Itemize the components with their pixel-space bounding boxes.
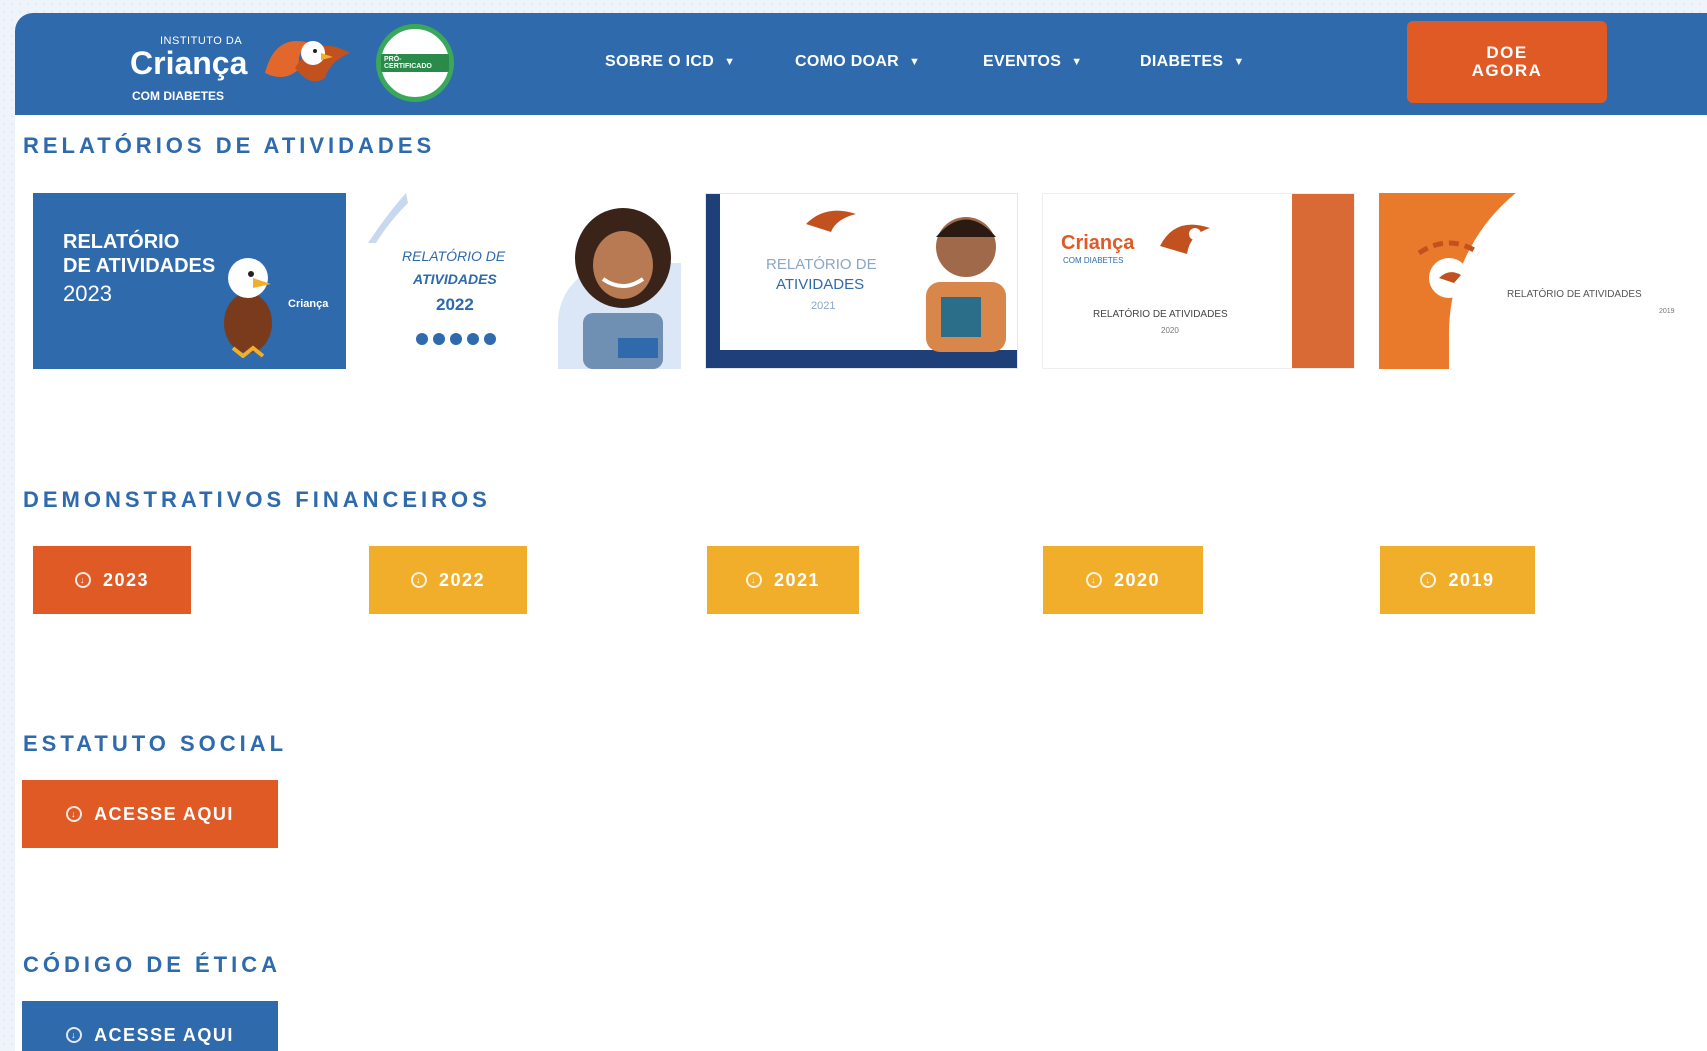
cover-2023-line2: DE ATIVIDADES xyxy=(63,255,216,277)
nav-como-doar-label: COMO DOAR xyxy=(795,53,900,70)
nav-como-doar[interactable]: COMO DOAR ▼ xyxy=(795,53,920,71)
cover-2023-year: 2023 xyxy=(63,281,112,306)
cover-2020-line1: RELATÓRIO DE ATIVIDADES xyxy=(1093,309,1228,320)
eagle-mascot-icon xyxy=(265,41,350,82)
nav-eventos[interactable]: EVENTOS ▼ xyxy=(983,53,1082,71)
social-icons xyxy=(416,333,496,345)
download-circle-icon: ↓ xyxy=(1420,572,1437,588)
financial-2022-label: 2022 xyxy=(438,569,486,590)
page-frame: INSTITUTO DA Criança COM DIABETES PRÓ-CE… xyxy=(15,13,1707,1051)
child-photo-icon xyxy=(575,208,671,369)
cover-2019-year: 2019 xyxy=(1659,308,1675,315)
financial-2021-button[interactable]: ↓ 2021 xyxy=(707,546,859,614)
financial-2022-button[interactable]: ↓ 2022 xyxy=(369,546,527,614)
caret-down-icon: ▼ xyxy=(909,56,921,68)
financial-2023-button[interactable]: ↓ 2023 xyxy=(33,546,191,614)
cover-2023-line1: RELATÓRIO xyxy=(63,231,180,253)
certification-seal: PRÓ-CERTIFICADO xyxy=(376,24,454,102)
cover-2021-year: 2021 xyxy=(811,300,836,312)
section-title-estatuto: ESTATUTO SOCIAL xyxy=(23,731,288,756)
cover-2021-footer xyxy=(706,350,1017,368)
section-title-relatorios: RELATÓRIOS DE ATIVIDADES xyxy=(23,133,436,158)
financial-2020-button[interactable]: ↓ 2020 xyxy=(1043,546,1203,614)
report-cover-2021[interactable]: RELATÓRIO DE ATIVIDADES 2021 xyxy=(705,193,1018,369)
donate-button[interactable]: DOE AGORA xyxy=(1407,21,1607,103)
cover-2023-brand: Criança xyxy=(288,298,329,310)
eagle-logo-icon xyxy=(806,210,856,232)
download-circle-icon: ↓ xyxy=(1085,572,1102,588)
caret-down-icon: ▼ xyxy=(1233,56,1245,68)
cover-2021-line1: RELATÓRIO DE xyxy=(766,256,877,273)
download-circle-icon: ↓ xyxy=(74,572,91,588)
cover-2020-brand: Criança xyxy=(1061,232,1135,254)
nav-diabetes-label: DIABETES xyxy=(1140,53,1224,70)
report-cover-2023[interactable]: RELATÓRIO DE ATIVIDADES 2023 Criança xyxy=(33,193,346,369)
report-cover-2020[interactable]: Criança COM DIABETES RELATÓRIO DE ATIVID… xyxy=(1042,193,1355,369)
download-circle-icon: ↓ xyxy=(410,572,427,588)
eagle-logo-icon xyxy=(1417,240,1481,298)
report-cover-2022[interactable]: RELATÓRIO DE ATIVIDADES 2022 xyxy=(368,193,681,369)
navbar: INSTITUTO DA Criança COM DIABETES PRÓ-CE… xyxy=(15,13,1707,115)
child-photo-icon xyxy=(926,217,1006,352)
financial-2023-label: 2023 xyxy=(102,569,150,590)
seal-text: PRÓ-CERTIFICADO xyxy=(381,54,449,72)
financial-2019-button[interactable]: ↓ 2019 xyxy=(1380,546,1535,614)
caret-down-icon: ▼ xyxy=(724,56,736,68)
nav-sobre-icd-label: SOBRE O ICD xyxy=(605,53,715,70)
cover-2021-edge xyxy=(706,194,720,368)
logo-line3: COM DIABETES xyxy=(132,89,225,103)
site-logo[interactable]: INSTITUTO DA Criança COM DIABETES xyxy=(115,23,375,109)
financial-2019-label: 2019 xyxy=(1448,569,1495,590)
cover-2022-line2: ATIVIDADES xyxy=(413,271,497,287)
codigo-button-label: ACESSE AQUI xyxy=(94,1024,234,1045)
nav-eventos-label: EVENTOS xyxy=(983,53,1062,70)
cover-2020-side-band xyxy=(1292,194,1354,368)
nav-sobre-icd[interactable]: SOBRE O ICD ▼ xyxy=(605,53,735,71)
cover-2022-line1: RELATÓRIO DE xyxy=(402,248,506,264)
logo-line2: Criança xyxy=(130,45,248,81)
cover-2022-year: 2022 xyxy=(436,295,474,314)
financial-2020-label: 2020 xyxy=(1113,569,1161,590)
decor-swoosh-icon xyxy=(368,193,408,243)
section-title-codigo: CÓDIGO DE ÉTICA xyxy=(23,952,282,977)
report-cover-2019[interactable]: RELATÓRIO DE ATIVIDADES 2019 xyxy=(1379,193,1692,369)
cover-2021-line2: ATIVIDADES xyxy=(776,276,865,293)
caret-down-icon: ▼ xyxy=(1071,56,1083,68)
download-circle-icon: ↓ xyxy=(66,806,83,822)
section-title-demonstrativos: DEMONSTRATIVOS FINANCEIROS xyxy=(23,487,491,512)
eagle-logo-icon xyxy=(1160,224,1210,254)
cover-2019-line1: RELATÓRIO DE ATIVIDADES xyxy=(1507,289,1642,300)
cover-2020-year: 2020 xyxy=(1161,326,1179,335)
cover-2020-sub: COM DIABETES xyxy=(1063,256,1124,265)
eagle-mascot-icon xyxy=(224,258,272,358)
codigo-access-button[interactable]: ↓ ACESSE AQUI xyxy=(22,1001,278,1051)
estatuto-access-button[interactable]: ↓ ACESSE AQUI xyxy=(22,780,278,848)
estatuto-button-label: ACESSE AQUI xyxy=(94,803,234,824)
nav-diabetes[interactable]: DIABETES ▼ xyxy=(1140,53,1245,71)
financial-2021-label: 2021 xyxy=(773,569,821,590)
download-circle-icon: ↓ xyxy=(745,572,762,588)
download-circle-icon: ↓ xyxy=(66,1027,83,1043)
